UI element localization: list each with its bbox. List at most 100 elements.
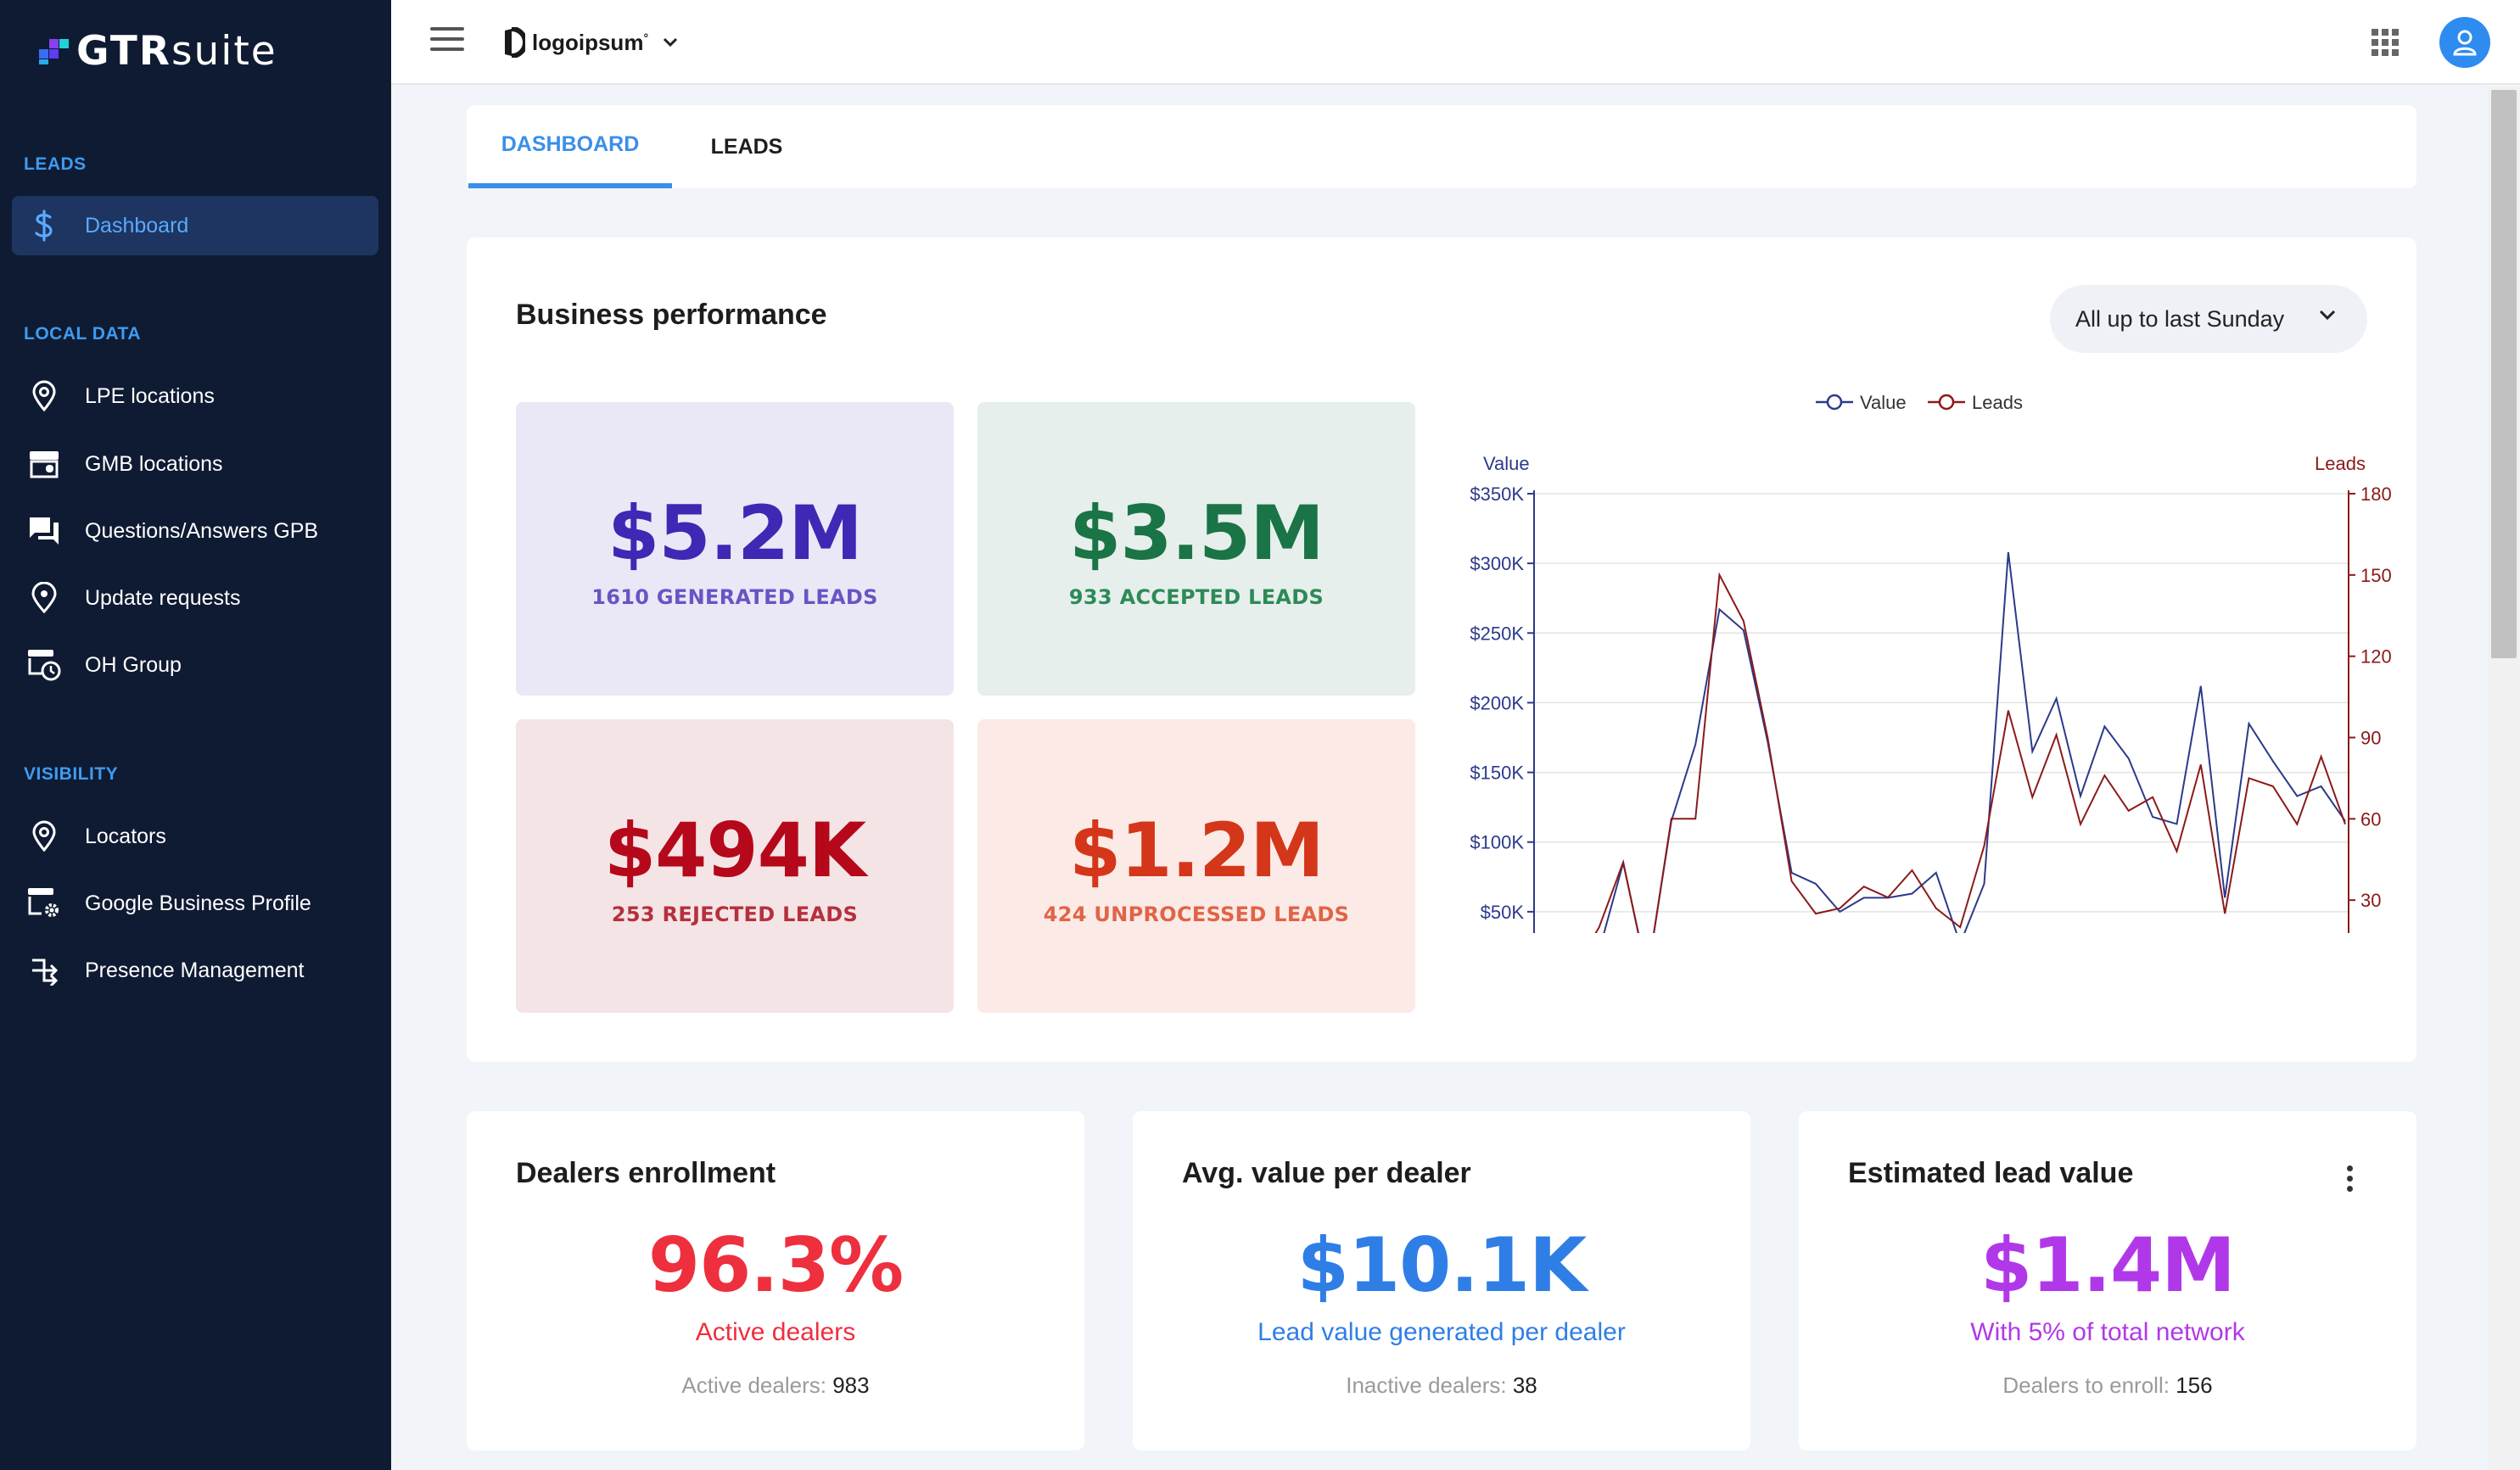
sidebar-item-label: Google Business Profile <box>85 891 311 915</box>
y-left-tick-label: $250K <box>1470 623 1524 644</box>
chat-bubbles-icon <box>25 512 63 550</box>
card-title: Business performance <box>516 299 827 331</box>
sidebar-item-dashboard[interactable]: Dashboard <box>12 196 378 255</box>
kpi-value: $1.4M <box>1980 1221 2236 1309</box>
y-left-axis-title: Value <box>1483 453 1530 474</box>
app-logo[interactable]: GTRsuite <box>39 27 277 75</box>
sidebar-item-label: LPE locations <box>85 383 215 408</box>
series-line-value <box>1603 551 2346 933</box>
kpi-card-dealers-enrollment: Dealers enrollment 96.3% Active dealers … <box>467 1111 1084 1450</box>
kpi-card-avg-value-per-dealer: Avg. value per dealer $10.1K Lead value … <box>1133 1111 1750 1450</box>
sidebar-item-label: Update requests <box>85 585 241 610</box>
kpi-footer-value: 38 <box>1512 1372 1537 1398</box>
brand-logo-icon <box>505 27 525 58</box>
y-left-tick-label: $100K <box>1470 832 1524 853</box>
sidebar-item-locators[interactable]: Locators <box>12 807 378 866</box>
tile-label: 253 REJECTED LEADS <box>611 902 859 926</box>
kpi-title: Estimated lead value <box>1848 1157 2134 1189</box>
kpi-subtitle: Active dealers <box>695 1318 856 1346</box>
tile-label: 424 UNPROCESSED LEADS <box>1043 902 1350 926</box>
tile-label: 933 ACCEPTED LEADS <box>1068 584 1324 609</box>
y-left-tick-label: $350K <box>1470 483 1524 505</box>
tile-value: $494K <box>603 806 866 894</box>
chevron-down-icon <box>663 37 678 48</box>
map-pin-icon <box>25 818 63 855</box>
chevron-down-icon <box>2319 310 2336 321</box>
y-right-tick-label: 150 <box>2360 565 2392 586</box>
brand-switcher[interactable]: logoipsum° <box>501 22 679 63</box>
sidebar-item-label: Locators <box>85 824 166 848</box>
dollar-icon <box>25 207 63 244</box>
sidebar-item-gmb-locations[interactable]: GMB locations <box>12 434 378 494</box>
flow-arrows-icon <box>25 952 63 989</box>
tab-leads[interactable]: LEADS <box>679 105 815 188</box>
series-line-leads <box>1594 572 2346 933</box>
tile-generated-leads[interactable]: $5.2M 1610 GENERATED LEADS <box>516 402 954 696</box>
tile-value: $5.2M <box>608 489 863 577</box>
sidebar-item-google-business-profile[interactable]: Google Business Profile <box>12 874 378 933</box>
sidebar-item-update-requests[interactable]: Update requests <box>12 568 378 628</box>
store-settings-icon <box>25 885 63 922</box>
y-left-tick-label: $200K <box>1470 692 1524 713</box>
date-range-value: All up to last Sunday <box>2075 305 2285 332</box>
y-right-tick-label: 60 <box>2360 808 2381 830</box>
sidebar-item-presence-management[interactable]: Presence Management <box>12 941 378 1000</box>
menu-icon[interactable] <box>430 27 464 58</box>
topbar: logoipsum° <box>391 0 2520 85</box>
logo-mark-icon <box>39 36 70 66</box>
kpi-footer: Active dealers: 983 <box>681 1372 870 1398</box>
map-pin-icon <box>25 377 63 415</box>
legend-marker <box>1938 394 1955 411</box>
tabs-bar: DASHBOARD LEADS <box>467 105 2416 188</box>
sidebar: GTRsuite LEADS Dashboard LOCAL DATA LPE … <box>0 0 391 1470</box>
value-leads-line-chart: $0$50K$100K$150K$200K$250K$300K$350K0306… <box>1470 392 2392 933</box>
y-left-tick-label: $50K <box>1481 902 1525 923</box>
kpi-subtitle: Lead value generated per dealer <box>1257 1318 1626 1346</box>
storefront-icon <box>25 445 63 483</box>
y-left-tick-label: $300K <box>1470 553 1524 574</box>
date-range-select[interactable]: All up to last Sunday <box>2050 285 2367 353</box>
tile-value: $3.5M <box>1069 489 1324 577</box>
tile-rejected-leads[interactable]: $494K 253 REJECTED LEADS <box>516 719 954 1013</box>
location-edit-icon <box>25 579 63 617</box>
more-options-icon[interactable] <box>2347 1165 2354 1193</box>
apps-grid-icon[interactable] <box>2372 29 2399 56</box>
business-performance-card: Business performance All up to last Sund… <box>467 238 2416 1062</box>
section-title-leads: LEADS <box>24 154 87 174</box>
tile-unprocessed-leads[interactable]: $1.2M 424 UNPROCESSED LEADS <box>977 719 1415 1013</box>
y-right-tick-label: 180 <box>2360 483 2392 505</box>
y-left-tick-label: $150K <box>1470 763 1524 784</box>
logo-text: GTRsuite <box>76 27 277 75</box>
kpi-footer: Inactive dealers: 38 <box>1346 1372 1537 1398</box>
sidebar-item-label: GMB locations <box>85 451 223 476</box>
y-right-tick-label: 30 <box>2360 890 2381 911</box>
kpi-subtitle: With 5% of total network <box>1970 1318 2245 1346</box>
legend-label: Leads <box>1972 392 2023 413</box>
kpi-footer: Dealers to enroll: 156 <box>2002 1372 2213 1398</box>
kpi-value: 96.3% <box>647 1221 904 1309</box>
scrollbar-thumb[interactable] <box>2491 90 2517 658</box>
y-right-tick-label: 120 <box>2360 646 2392 668</box>
user-icon <box>2453 30 2477 56</box>
tab-dashboard[interactable]: DASHBOARD <box>468 105 672 188</box>
sidebar-item-label: OH Group <box>85 652 182 677</box>
kpi-card-estimated-lead-value: Estimated lead value $1.4M With 5% of to… <box>1799 1111 2416 1450</box>
sidebar-item-lpe-locations[interactable]: LPE locations <box>12 366 378 426</box>
sidebar-item-label: Questions/Answers GPB <box>85 518 319 543</box>
sidebar-item-label: Dashboard <box>85 213 189 238</box>
tile-value: $1.2M <box>1069 806 1324 894</box>
sidebar-item-label: Presence Management <box>85 958 305 982</box>
section-title-visibility: VISIBILITY <box>24 764 119 784</box>
user-avatar[interactable] <box>2439 17 2490 68</box>
kpi-title: Avg. value per dealer <box>1182 1157 1471 1189</box>
legend-label: Value <box>1860 392 1907 413</box>
y-right-axis-title: Leads <box>2315 453 2366 474</box>
tile-accepted-leads[interactable]: $3.5M 933 ACCEPTED LEADS <box>977 402 1415 696</box>
sidebar-item-oh-group[interactable]: OH Group <box>12 635 378 695</box>
section-title-local-data: LOCAL DATA <box>24 324 141 344</box>
brand-name: logoipsum° <box>532 29 649 55</box>
tile-label: 1610 GENERATED LEADS <box>591 584 878 609</box>
kpi-title: Dealers enrollment <box>516 1157 776 1189</box>
y-right-tick-label: 90 <box>2360 728 2381 749</box>
sidebar-item-questions-answers-gpb[interactable]: Questions/Answers GPB <box>12 501 378 561</box>
